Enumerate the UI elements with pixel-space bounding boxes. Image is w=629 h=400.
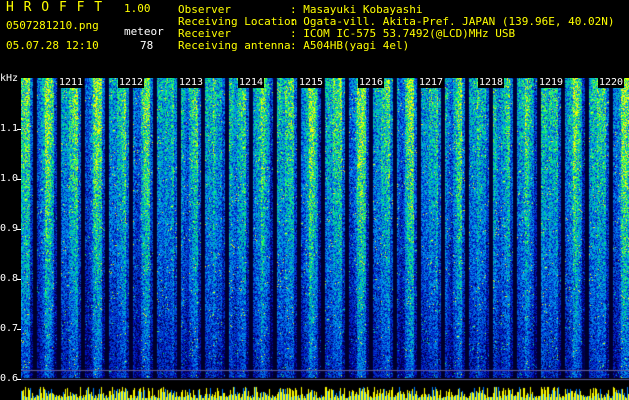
y-tick (17, 379, 21, 380)
minute-label: 1211 (58, 77, 85, 88)
date-time: 05.07.28 12:10 (6, 39, 99, 52)
minute-label: 1212 (118, 77, 145, 88)
y-tick-label: 1.1 (0, 123, 19, 134)
y-tick-label: 0.6 (0, 373, 19, 384)
spectrogram-canvas (21, 78, 629, 400)
y-tick-label: 1.0 (0, 173, 19, 184)
app-title: H R O F F T (6, 0, 104, 15)
minute-label: 1219 (538, 77, 565, 88)
y-axis-unit: kHz (0, 73, 19, 84)
minute-label: 1213 (178, 77, 205, 88)
file-name: 0507281210.png (6, 19, 99, 32)
antenna-label: Receiving antenna (178, 39, 291, 52)
spectrogram-plot (21, 78, 629, 400)
minute-label: 1220 (598, 77, 625, 88)
y-tick-label: 0.9 (0, 223, 19, 234)
minute-label: 1217 (418, 77, 445, 88)
y-tick (17, 179, 21, 180)
y-tick (17, 129, 21, 130)
y-tick (17, 279, 21, 280)
y-tick-label: 0.7 (0, 323, 19, 334)
y-tick (17, 229, 21, 230)
meteor-count: 78 (140, 39, 154, 52)
minute-label: 1216 (358, 77, 385, 88)
minute-label: 1214 (238, 77, 265, 88)
meteor-label: meteor (124, 25, 164, 38)
antenna-value: : A504HB(yagi 4el) (290, 39, 410, 52)
minute-label: 1215 (298, 77, 325, 88)
minute-label: 1218 (478, 77, 505, 88)
y-tick-label: 0.8 (0, 273, 19, 284)
app-version: 1.00 (124, 2, 151, 15)
y-tick (17, 329, 21, 330)
